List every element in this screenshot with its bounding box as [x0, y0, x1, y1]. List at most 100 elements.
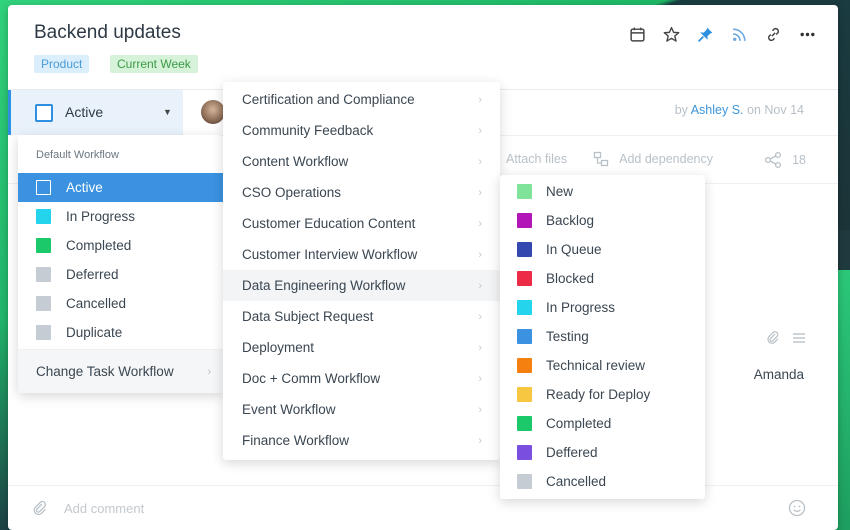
status-swatch: [517, 445, 532, 460]
workflow-item[interactable]: Content Workflow ›: [223, 146, 500, 177]
workflow-heading: Default Workflow: [36, 149, 119, 161]
chevron-right-icon: ›: [478, 124, 482, 137]
workflow-item[interactable]: Doc + Comm Workflow ›: [223, 363, 500, 394]
workflow-item[interactable]: Customer Interview Workflow ›: [223, 239, 500, 270]
workflow-status-option[interactable]: Blocked: [500, 264, 705, 293]
workflow-item[interactable]: Deployment ›: [223, 332, 500, 363]
workflow-label: Customer Education Content: [242, 216, 416, 231]
workflow-status-option[interactable]: Testing: [500, 322, 705, 351]
change-task-workflow-item[interactable]: Change Task Workflow ›: [18, 350, 223, 393]
assignee-name[interactable]: Amanda: [754, 367, 804, 382]
status-option-label: Deferred: [66, 267, 119, 282]
workflow-status-option[interactable]: In Progress: [500, 293, 705, 322]
workflow-status-label: Completed: [546, 416, 612, 431]
add-dependency-button[interactable]: Add dependency: [593, 151, 713, 167]
dependency-icon: [593, 151, 609, 167]
status-option-completed[interactable]: Completed: [18, 231, 223, 260]
star-icon[interactable]: [662, 25, 680, 43]
workflow-label: Finance Workflow: [242, 433, 350, 448]
emoji-icon[interactable]: [788, 499, 806, 517]
status-option-label: In Progress: [66, 209, 136, 224]
workflow-item[interactable]: Data Subject Request ›: [223, 301, 500, 332]
attach-files-button[interactable]: Attach files: [506, 152, 567, 166]
tag-current-week[interactable]: Current Week: [110, 55, 198, 73]
status-swatch: [517, 474, 532, 489]
status-option-active[interactable]: Active: [18, 173, 223, 202]
workflow-item-hovered[interactable]: Data Engineering Workflow ›: [223, 270, 500, 301]
workflow-status-label: Cancelled: [546, 474, 607, 489]
chevron-down-icon: ▼: [163, 107, 172, 117]
workflow-status-option[interactable]: New: [500, 177, 705, 206]
workflow-item[interactable]: CSO Operations ›: [223, 177, 500, 208]
comment-input[interactable]: Add comment: [64, 501, 144, 516]
status-swatch: [517, 213, 532, 228]
chevron-right-icon: ›: [478, 279, 482, 292]
workflow-status-option[interactable]: In Queue: [500, 235, 705, 264]
status-swatch: [517, 184, 532, 199]
workflow-status-option[interactable]: Completed: [500, 409, 705, 438]
status-swatch: [36, 209, 51, 224]
attach-files-label: Attach files: [506, 152, 568, 166]
share-count: 18: [792, 153, 806, 167]
chevron-right-icon: ›: [478, 155, 482, 168]
workflow-status-option[interactable]: Technical review: [500, 351, 705, 380]
status-swatch: [517, 387, 532, 402]
workflow-label: Data Engineering Workflow: [242, 278, 406, 293]
workflow-item[interactable]: Community Feedback ›: [223, 115, 500, 146]
rss-icon[interactable]: [730, 25, 748, 43]
status-selector[interactable]: Active ▼: [8, 90, 183, 135]
status-option-cancelled[interactable]: Cancelled: [18, 289, 223, 318]
workflow-label: Certification and Compliance: [242, 92, 415, 107]
status-swatch: [517, 329, 532, 344]
task-title[interactable]: Backend updates: [34, 22, 181, 44]
status-checkbox[interactable]: [35, 104, 53, 122]
status-option-duplicate[interactable]: Duplicate: [18, 318, 223, 347]
workflow-status-option[interactable]: Cancelled: [500, 467, 705, 496]
status-option-label: Cancelled: [66, 296, 127, 311]
paperclip-icon[interactable]: [32, 500, 48, 516]
chevron-right-icon: ›: [478, 403, 482, 416]
workflow-submenu: Certification and Compliance › Community …: [223, 82, 500, 460]
avatar[interactable]: [201, 100, 225, 124]
workflow-status-label: In Progress: [546, 300, 616, 315]
workflow-item[interactable]: Certification and Compliance ›: [223, 84, 500, 115]
task-actions: Attach files Add dependency: [506, 151, 713, 167]
author-name[interactable]: Ashley S.: [691, 103, 744, 117]
workflow-status-label: Ready for Deploy: [546, 387, 651, 402]
pin-icon[interactable]: [696, 25, 714, 43]
status-option-label: Active: [66, 180, 103, 195]
status-swatch: [36, 296, 51, 311]
workflow-status-label: Blocked: [546, 271, 595, 286]
chevron-right-icon: ›: [478, 217, 482, 230]
chevron-right-icon: ›: [478, 341, 482, 354]
task-toolbar: [628, 25, 816, 43]
paperclip-icon[interactable]: [766, 331, 780, 345]
workflow-status-label: New: [546, 184, 574, 199]
workflow-status-option[interactable]: Ready for Deploy: [500, 380, 705, 409]
status-swatch: [517, 271, 532, 286]
author-line: by Ashley S. on Nov 14: [675, 103, 804, 117]
workflow-item[interactable]: Finance Workflow ›: [223, 425, 500, 456]
chevron-right-icon: ›: [478, 310, 482, 323]
workflow-status-option[interactable]: Backlog: [500, 206, 705, 235]
workflow-item[interactable]: Customer Education Content ›: [223, 208, 500, 239]
list-icon[interactable]: [792, 331, 806, 345]
workflow-status-submenu: New Backlog In Queue Blocked In Progress…: [500, 175, 705, 499]
chevron-right-icon: ›: [478, 248, 482, 261]
link-icon[interactable]: [764, 25, 782, 43]
share-button[interactable]: 18: [764, 151, 806, 169]
workflow-status-label: Technical review: [546, 358, 646, 373]
tag-product[interactable]: Product: [34, 55, 90, 73]
workflow-status-option[interactable]: Deffered: [500, 438, 705, 467]
status-swatch: [36, 180, 51, 195]
status-swatch: [517, 300, 532, 315]
calendar-icon[interactable]: [628, 25, 646, 43]
more-icon[interactable]: [798, 25, 816, 43]
workflow-label: Content Workflow: [242, 154, 349, 169]
workflow-item[interactable]: Event Workflow ›: [223, 394, 500, 425]
status-option-deferred[interactable]: Deferred: [18, 260, 223, 289]
status-option-in-progress[interactable]: In Progress: [18, 202, 223, 231]
comment-bar: Add comment: [8, 485, 838, 530]
attachment-controls: [766, 331, 806, 345]
workflow-status-label: Testing: [546, 329, 589, 344]
